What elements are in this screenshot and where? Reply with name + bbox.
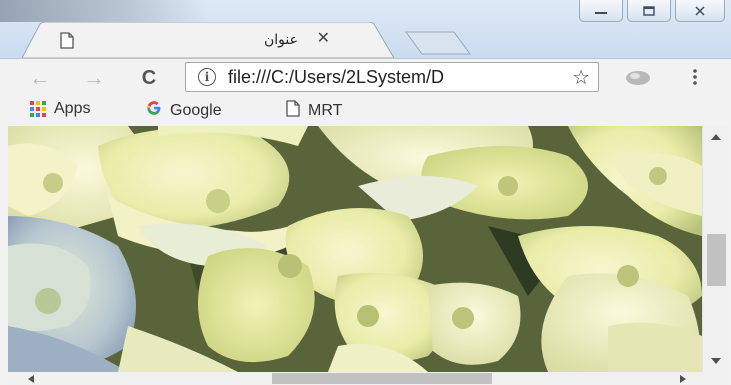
close-button[interactable] <box>675 0 725 22</box>
tab-shape <box>22 22 394 58</box>
bookmark-google[interactable]: Google <box>146 100 222 121</box>
document-icon <box>286 100 300 122</box>
reload-button[interactable]: C <box>135 65 163 91</box>
apps-dot <box>36 113 40 117</box>
vertical-scrollbar[interactable] <box>702 126 729 372</box>
bookmark-label: Apps <box>54 100 91 117</box>
restore-icon <box>643 5 655 16</box>
tab-active[interactable]: عنوان ✕ <box>22 22 394 58</box>
titlebar-background-blur <box>0 0 210 22</box>
apps-dot <box>42 113 46 117</box>
extension-icon[interactable] <box>624 69 652 92</box>
bookmark-label: MRT <box>308 102 343 119</box>
forward-arrow-icon: → <box>83 65 105 90</box>
apps-dot <box>30 101 34 105</box>
address-bar[interactable]: i file:///C:/Users/2LSystem/D ☆ <box>185 62 599 92</box>
horizontal-scroll-thumb[interactable] <box>272 373 492 384</box>
title-bar: عنوان ✕ <box>0 0 731 60</box>
back-button[interactable]: ← <box>26 65 54 91</box>
apps-dot <box>36 101 40 105</box>
close-icon <box>695 5 705 16</box>
url-text[interactable]: file:///C:/Users/2LSystem/D <box>228 67 546 88</box>
forward-button[interactable]: → <box>80 65 108 91</box>
hydrangea-image <box>8 126 702 372</box>
info-icon[interactable]: i <box>198 68 216 86</box>
apps-dot <box>42 107 46 111</box>
vertical-scroll-thumb[interactable] <box>707 234 726 286</box>
apps-grid-icon <box>30 101 46 117</box>
page-content <box>8 126 702 372</box>
apps-dot <box>30 107 34 111</box>
bookmark-apps[interactable]: Apps <box>30 100 90 118</box>
tab-title: عنوان <box>264 31 298 47</box>
bookmark-star-icon[interactable]: ☆ <box>572 65 590 90</box>
bookmarks-bar: Apps Google MRT <box>0 96 731 124</box>
minimize-icon <box>595 11 607 14</box>
new-tab-button[interactable] <box>404 30 474 61</box>
horizontal-scrollbar[interactable] <box>8 372 729 385</box>
google-icon <box>146 100 162 121</box>
scroll-down-icon[interactable] <box>711 358 721 364</box>
tab-close-icon[interactable]: ✕ <box>317 28 330 48</box>
apps-dot <box>30 113 34 117</box>
back-arrow-icon: ← <box>29 65 51 90</box>
window-controls <box>579 0 725 22</box>
menu-icon[interactable] <box>692 68 698 86</box>
new-tab-icon <box>405 31 471 55</box>
apps-dot <box>36 107 40 111</box>
bookmark-label: Google <box>170 101 222 119</box>
scroll-right-icon[interactable] <box>680 375 686 383</box>
scroll-up-icon[interactable] <box>711 134 721 140</box>
restore-button[interactable] <box>627 0 671 22</box>
bookmark-mrt[interactable]: MRT <box>286 100 342 122</box>
apps-dot <box>42 101 46 105</box>
scroll-left-icon[interactable] <box>28 375 34 383</box>
reload-icon: C <box>141 66 157 89</box>
navigation-toolbar: ← → C i file:///C:/Users/2LSystem/D ☆ <box>0 58 731 96</box>
minimize-button[interactable] <box>579 0 623 22</box>
